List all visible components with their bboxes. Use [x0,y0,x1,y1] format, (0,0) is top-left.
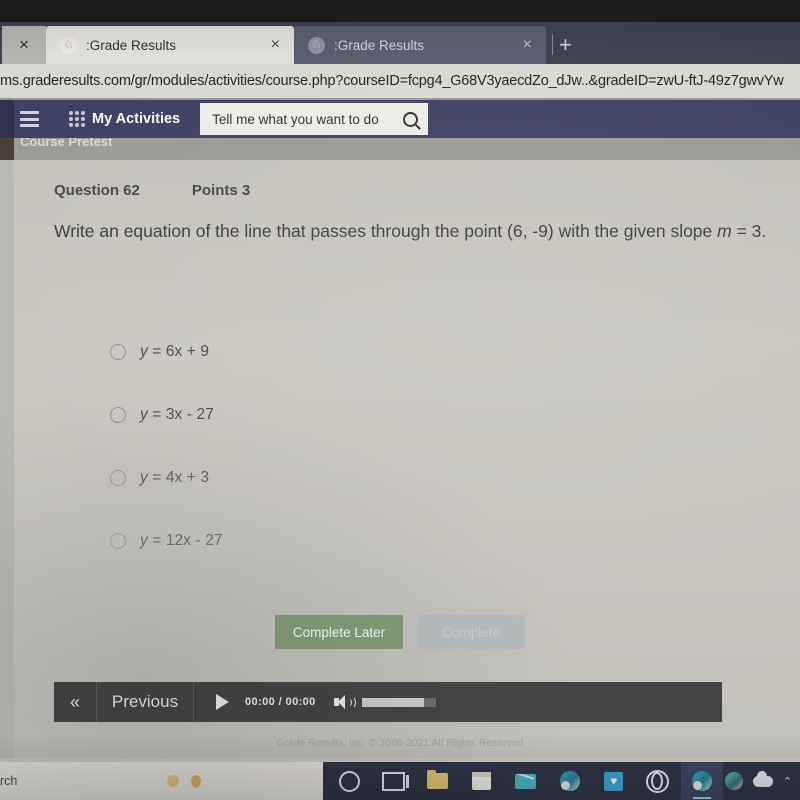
previous-button[interactable]: Previous [97,682,194,722]
window-close-button[interactable]: × [2,26,46,64]
question-number: Question 62 [54,182,140,199]
opera-browser-icon[interactable] [637,762,679,800]
browser-tab-1-close-icon[interactable]: × [267,36,284,54]
location-pin-icon [190,774,201,788]
grade-results-favicon: ♘ [60,36,77,54]
breadcrumb-left-edge [0,138,14,160]
complete-later-button[interactable]: Complete Later [274,615,404,649]
answer-d-expression: = 12x - 27 [147,531,223,549]
hamburger-icon[interactable] [20,111,39,127]
nav-my-activities[interactable]: My Activities [69,111,180,127]
browser-window: × ♘ :Grade Results × ♘ :Grade Results × … [0,22,800,762]
answer-b-variable: y [140,405,148,423]
action-button-row: Complete Later Complete [0,615,800,649]
radio-button-b[interactable] [110,406,126,423]
photo-of-screen: × ♘ :Grade Results × ♘ :Grade Results × … [0,0,800,800]
globe-icon[interactable] [724,772,743,790]
cloud-icon[interactable] [752,770,773,787]
answer-d-variable: y [140,531,148,549]
microsoft-store-icon[interactable]: ♥ [593,762,635,800]
answer-option-d-label: y = 12x - 27 [140,532,223,550]
answer-options: y = 6x + 9 y = 3x - 27 y = 4x + 3 y = 12… [110,320,760,572]
media-player-bar: « Previous 00:00 / 00:00 [54,682,722,722]
calendar-icon[interactable] [461,762,503,800]
player-time-separator: / [278,696,283,708]
radio-button-d[interactable] [110,532,126,549]
question-prompt-variable: m [717,221,732,241]
speaker-icon[interactable] [333,695,356,709]
player-current-time: 00:00 [245,696,276,708]
volume-slider[interactable] [361,697,436,707]
answer-c-variable: y [140,468,148,486]
taskbar-search-box[interactable]: rch [0,762,159,800]
activity-page: Question 62 Points 3 Write an equation o… [0,160,800,758]
store-glyph: ♥ [604,771,624,791]
task-view-icon[interactable] [373,762,415,800]
browser-tab-2-title: :Grade Results [334,37,425,53]
edge-browser-icon[interactable] [549,762,591,800]
volume-slider-fill [361,697,424,707]
question-header: Question 62 Points 3 [54,182,250,199]
activities-grid-icon [69,111,85,127]
answer-option-a-label: y = 6x + 9 [140,343,209,361]
nav-my-activities-label: My Activities [92,111,181,127]
answer-option-d[interactable]: y = 12x - 27 [110,509,760,572]
answer-b-expression: = 3x - 27 [147,405,214,423]
player-total-time: 00:00 [285,696,316,708]
taskbar-weather-widget[interactable] [158,762,323,800]
breadcrumb-label: Course Pretest [20,138,113,149]
question-prompt: Write an equation of the line that passe… [54,215,778,247]
windows-taskbar: rch ♥ ⌃ [0,762,800,800]
cortana-icon[interactable] [329,762,371,800]
answer-option-b[interactable]: y = 3x - 27 [110,383,760,446]
taskbar-search-text: rch [0,774,18,788]
taskbar-app-icons: ♥ ⌃ [322,762,800,800]
answer-a-variable: y [140,342,148,360]
question-points: Points 3 [191,182,251,199]
answer-a-expression: = 6x + 9 [147,342,210,360]
new-tab-button[interactable]: + [559,34,572,56]
tell-me-search-box[interactable]: Tell me what you want to do [200,103,429,135]
copyright-text: Grade Results, Inc. © 2006-2021 All Righ… [276,738,524,749]
mail-icon[interactable] [505,762,547,800]
address-bar-url: ms.graderesults.com/gr/modules/activitie… [0,73,784,89]
taskbar-system-tray: ⌃ [724,770,800,790]
browser-tab-2[interactable]: ♘ :Grade Results × [294,26,546,64]
browser-tab-1-title: :Grade Results [86,37,177,53]
app-navigation-bar: My Activities Tell me what you want to d… [0,100,800,138]
edge-browser-active-icon[interactable] [680,762,723,800]
play-icon[interactable] [216,694,229,710]
file-explorer-icon[interactable] [417,762,459,800]
chevron-up-icon[interactable]: ⌃ [783,775,792,788]
tab-separator [552,35,553,55]
search-icon[interactable] [403,111,419,127]
answer-option-a[interactable]: y = 6x + 9 [110,320,760,383]
question-prompt-part1: Write an equation of the line that passe… [54,221,718,241]
answer-option-b-label: y = 3x - 27 [140,406,214,424]
grade-results-favicon: ♘ [308,36,325,54]
nav-left-edge [0,100,14,138]
browser-tab-strip: × ♘ :Grade Results × ♘ :Grade Results × … [0,22,800,64]
player-timecode: 00:00 / 00:00 [245,696,316,708]
complete-button[interactable]: Complete [417,615,526,649]
collapse-button[interactable]: « [54,682,97,722]
question-prompt-part2: = 3. [731,221,767,241]
answer-option-c-label: y = 4x + 3 [140,469,209,487]
answer-option-c[interactable]: y = 4x + 3 [110,446,760,509]
radio-button-a[interactable] [110,343,126,360]
browser-tab-2-close-icon[interactable]: × [519,36,536,54]
address-bar[interactable]: ms.graderesults.com/gr/modules/activitie… [0,64,800,100]
breadcrumb: Course Pretest [0,138,800,160]
sun-icon [166,775,179,787]
answer-c-expression: = 4x + 3 [147,468,210,486]
page-left-rail [0,160,14,758]
tell-me-search-text: Tell me what you want to do [212,111,379,127]
browser-tab-1[interactable]: ♘ :Grade Results × [46,26,294,64]
radio-button-c[interactable] [110,469,126,486]
